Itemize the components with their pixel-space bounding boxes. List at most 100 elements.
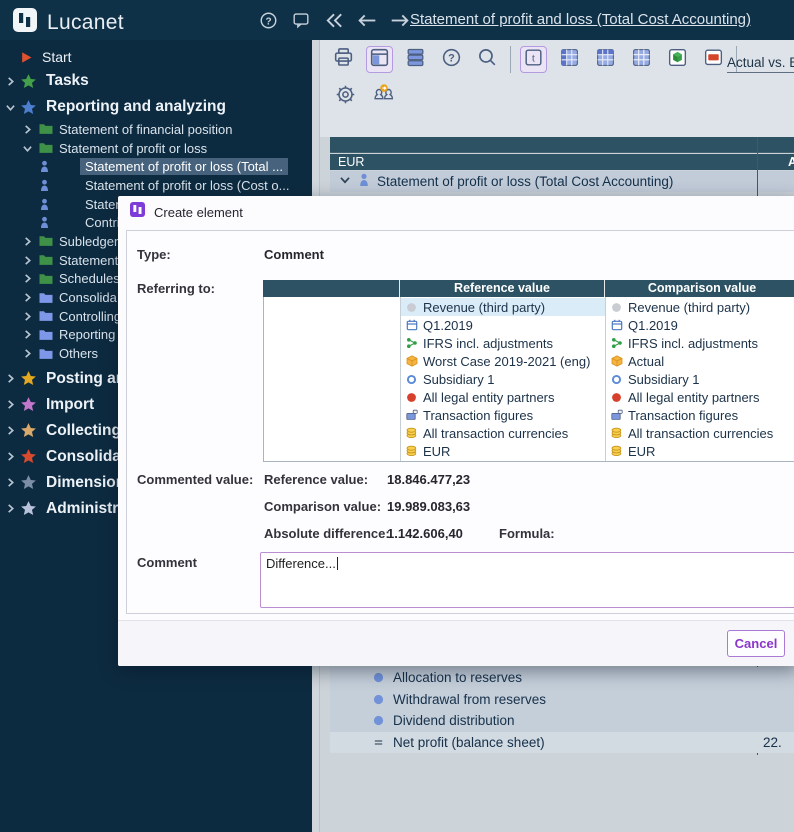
chevron-right-icon[interactable] [5,426,16,435]
list-item-label: IFRS incl. adjustments [423,336,553,351]
folder-icon [39,273,53,285]
person-icon [39,216,50,229]
grid-all-button[interactable] [628,46,655,73]
value-row-value: 18.846.477,23 [387,472,470,487]
print-button[interactable] [330,46,357,73]
star-icon [20,474,37,491]
chevron-down-icon[interactable] [22,144,33,153]
sidebar-item-statement-of-financial-position[interactable]: Statement of financial position [0,120,312,139]
list-item-ifrs-incl-adjustments[interactable]: IFRS incl. adjustments [401,334,605,352]
grid-root-row[interactable]: Statement of profit or loss (Total Cost … [330,171,794,192]
layout-button[interactable] [366,46,393,73]
list-item-subsidiary-1[interactable]: Subsidiary 1 [606,370,794,388]
value-row-value: 19.989.083,63 [387,499,470,514]
topbar: Lucanet ? Statement of profit and loss (… [0,0,794,40]
toolbar-row-2 [332,83,398,110]
sidebar-item-tasks[interactable]: Tasks [0,68,312,94]
list-item-revenue-third-party[interactable]: Revenue (third party) [401,298,605,316]
chevron-down-icon[interactable] [5,103,16,112]
list-item-label: All legal entity partners [423,390,555,405]
folder-icon [39,142,53,154]
sidebar-item-reporting-and-analyzing[interactable]: Reporting and analyzing [0,94,312,120]
chevron-right-icon[interactable] [22,256,33,265]
list-item-all-legal-entity-partners[interactable]: All legal entity partners [606,388,794,406]
grid-row-allocation-to-reserves[interactable]: Allocation to reserves [330,667,794,689]
list-item-ifrs-incl-adjustments[interactable]: IFRS incl. adjustments [606,334,794,352]
list-item-q1-2019[interactable]: Q1.2019 [606,316,794,334]
folder-icon [39,292,53,304]
grid-row-net-profit-balance-sheet[interactable]: Net profit (balance sheet)22. [330,732,794,754]
page-title[interactable]: Statement of profit and loss (Total Cost… [410,11,751,28]
list-item-q1-2019[interactable]: Q1.2019 [401,316,605,334]
chevron-right-icon[interactable] [5,77,16,86]
chevron-right-icon[interactable] [5,374,16,383]
list-item-worst-case-2019-2021-eng[interactable]: Worst Case 2019-2021 (eng) [401,352,605,370]
list-item-label: All transaction currencies [423,426,568,441]
list-item-all-transaction-currencies[interactable]: All transaction currencies [606,424,794,442]
chevron-right-icon[interactable] [22,330,33,339]
help-button[interactable]: ? [438,46,465,73]
list-item-subsidiary-1[interactable]: Subsidiary 1 [401,370,605,388]
list-item-eur[interactable]: EUR [606,442,794,460]
toolbar-row-1: ?t [330,46,737,73]
chevron-right-icon[interactable] [5,504,16,513]
grid-row-withdrawal-from-reserves[interactable]: Withdrawal from reserves [330,689,794,711]
text-cell-icon: t [522,46,545,74]
sidebar-item-statement-of-profit-or-loss-total[interactable]: Statement of profit or loss (Total ... [0,157,312,176]
sidebar-item-statement-of-profit-or-loss-cost-o[interactable]: Statement of profit or loss (Cost o... [0,176,312,195]
svg-text:?: ? [448,52,455,64]
chevron-right-icon[interactable] [22,237,33,246]
chevron-right-icon[interactable] [5,478,16,487]
forward-icon[interactable] [388,8,412,32]
grid-rows-button[interactable] [592,46,619,73]
commented-value-row-absolute-difference: Absolute difference:1.142.606,40Formula: [127,526,794,546]
list-item-label: Q1.2019 [628,318,678,333]
list-item-label: Transaction figures [423,408,533,423]
dot-icon [373,715,384,726]
star-icon [20,370,37,387]
sidebar-item-statement-of-profit-or-loss[interactable]: Statement of profit or loss [0,139,312,158]
text-cell-button[interactable]: t [520,46,547,73]
collapse-icon[interactable] [322,8,346,32]
grid-columns-button[interactable] [556,46,583,73]
chevron-right-icon[interactable] [22,293,33,302]
list-item-all-legal-entity-partners[interactable]: All legal entity partners [401,388,605,406]
dialog-titlebar: Create element [118,196,794,228]
grid-row-dividend-distribution[interactable]: Dividend distribution [330,710,794,732]
chevron-right-icon[interactable] [22,274,33,283]
list-item-label: Actual [628,354,664,369]
chevron-right-icon[interactable] [22,125,33,134]
chevron-right-icon[interactable] [5,452,16,461]
comment-input[interactable]: Difference... [260,552,794,608]
card-view-button[interactable] [700,46,727,73]
chevron-right-icon[interactable] [22,349,33,358]
chevron-right-icon[interactable] [22,312,33,321]
search-button[interactable] [474,46,501,73]
cube-view-button[interactable] [664,46,691,73]
back-icon[interactable] [355,8,379,32]
comparison-view-select[interactable]: Actual vs. Bu [727,55,794,73]
list-item-eur[interactable]: EUR [401,442,605,460]
list-item-label: Subsidiary 1 [423,372,495,387]
referring-table-header-empty [263,280,400,297]
comment-icon[interactable] [289,8,313,32]
comment-label: Comment [137,555,197,570]
create-element-dialog: Create element Type: Comment Referring t… [118,196,794,666]
list-item-actual[interactable]: Actual [606,352,794,370]
folder-icon [39,123,53,135]
list-item-revenue-third-party[interactable]: Revenue (third party) [606,298,794,316]
grid-bottom-rows: Allocation to reservesWithdrawal from re… [330,667,794,753]
list-item-transaction-figures[interactable]: Transaction figures [401,406,605,424]
rows-view-button[interactable] [402,46,429,73]
cancel-button[interactable]: Cancel [727,630,785,657]
chevron-down-icon[interactable] [339,174,351,189]
sidebar-item-start[interactable]: Start [0,46,312,68]
card-view-icon [702,46,725,74]
settings-button[interactable] [332,83,359,110]
list-item-transaction-figures[interactable]: Transaction figures [606,406,794,424]
list-item-all-transaction-currencies[interactable]: All transaction currencies [401,424,605,442]
chevron-right-icon[interactable] [5,400,16,409]
referring-to-label: Referring to: [137,281,215,296]
permissions-button[interactable] [371,83,398,110]
help-icon[interactable]: ? [256,8,280,32]
